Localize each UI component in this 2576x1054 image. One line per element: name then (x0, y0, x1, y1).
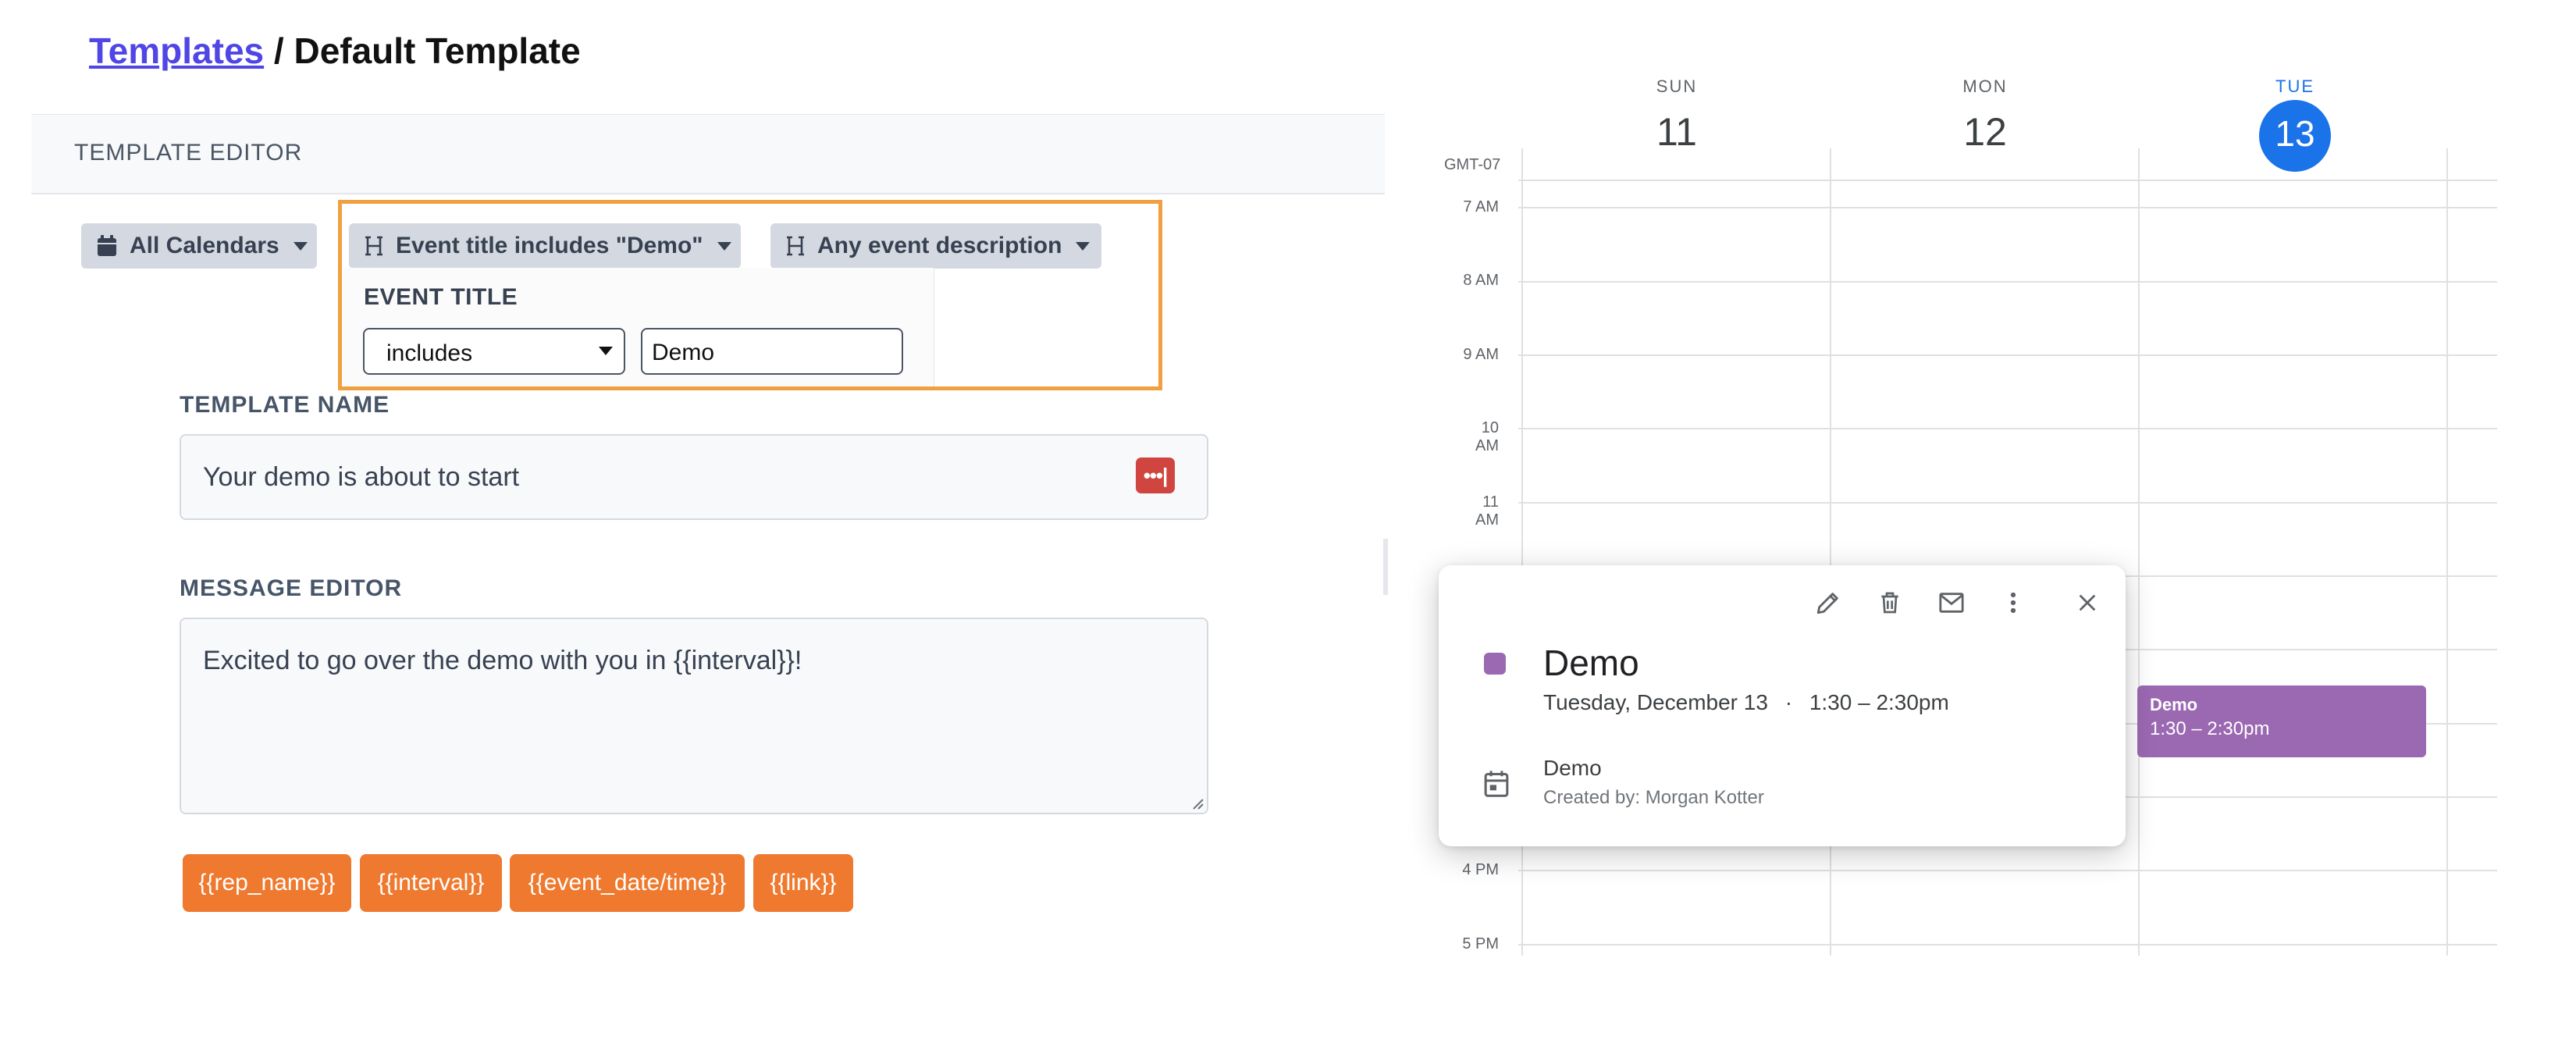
template-editor-title: TEMPLATE EDITOR (74, 140, 303, 166)
panel-divider (1383, 539, 1388, 595)
popup-event-datetime: Tuesday, December 13 · 1:30 – 2:30pm (1543, 690, 1949, 715)
popup-calendar-name: Demo (1543, 756, 1602, 780)
popup-time: 1:30 – 2:30pm (1809, 690, 1949, 714)
hour-label: 4 PM (1462, 861, 1499, 878)
calendar-icon (97, 235, 117, 257)
tag-event-datetime-button[interactable]: {{event_date/time}} (510, 854, 745, 912)
hour-label: 5 PM (1462, 935, 1499, 953)
day-number-tue[interactable]: 13 (2217, 112, 2373, 155)
filter-highlight-box (338, 200, 1162, 390)
page-title: Default Template (294, 30, 581, 71)
calendar-filter-label: All Calendars (130, 233, 279, 258)
chevron-down-icon (293, 241, 308, 251)
calendar-event-demo[interactable]: Demo 1:30 – 2:30pm (2137, 685, 2426, 757)
email-icon[interactable] (1936, 587, 1967, 618)
popup-date: Tuesday, December 13 (1543, 690, 1768, 714)
grid-row-line (1518, 502, 2497, 504)
calendar-event-icon (1483, 770, 1510, 802)
template-editor-header: TEMPLATE EDITOR (31, 114, 1385, 194)
day-number-sun[interactable]: 11 (1599, 109, 1755, 155)
breadcrumb-separator: / (264, 30, 294, 71)
hour-label: 9 AM (1463, 346, 1499, 363)
hour-label: 10 AM (1475, 419, 1499, 454)
popup-separator: · (1784, 690, 1793, 714)
message-editor-label: MESSAGE EDITOR (180, 575, 403, 601)
grid-column-line (2446, 148, 2448, 956)
grid-row-line (1518, 944, 2497, 945)
hour-label: 7 AM (1463, 198, 1499, 215)
popup-event-title: Demo (1543, 643, 1639, 683)
calendar-filter-dropdown[interactable]: All Calendars (81, 223, 317, 269)
grid-row-line (1518, 180, 2497, 181)
popup-created-by: Created by: Morgan Kotter (1543, 787, 1764, 808)
close-icon[interactable] (2072, 587, 2103, 618)
template-name-value: Your demo is about to start (203, 462, 520, 492)
timezone-label: GMT-07 (1444, 156, 1501, 173)
more-options-icon[interactable] (1998, 587, 2029, 618)
day-name-sun: SUN (1656, 77, 1698, 96)
day-name-tue: TUE (2275, 77, 2314, 96)
message-editor-value: Excited to go over the demo with you in … (203, 646, 802, 675)
hour-label: 8 AM (1463, 272, 1499, 289)
template-name-label: TEMPLATE NAME (180, 392, 390, 418)
grid-column-line (2138, 148, 2140, 956)
resize-handle-icon[interactable] (1189, 795, 1204, 810)
grid-row-line (1518, 428, 2497, 429)
hour-label: 11 AM (1475, 493, 1499, 529)
tag-rep-name-button[interactable]: {{rep_name}} (183, 854, 351, 912)
delete-icon[interactable] (1874, 587, 1905, 618)
day-number-mon[interactable]: 12 (1907, 109, 2063, 155)
grid-row-line (1518, 870, 2497, 871)
tag-link-button[interactable]: {{link}} (753, 854, 853, 912)
day-name-mon: MON (1962, 77, 2008, 96)
grid-row-line (1518, 281, 2497, 283)
tag-interval-button[interactable]: {{interval}} (360, 854, 502, 912)
grid-row-line (1518, 354, 2497, 356)
event-title: Demo (2150, 695, 2198, 714)
edit-icon[interactable] (1813, 587, 1844, 618)
breadcrumb: Templates / Default Template (89, 30, 581, 72)
event-color-swatch (1484, 653, 1506, 675)
password-manager-icon[interactable]: •••| (1136, 458, 1175, 493)
breadcrumb-templates-link[interactable]: Templates (89, 30, 264, 71)
grid-row-line (1518, 207, 2497, 208)
event-time: 1:30 – 2:30pm (2150, 718, 2270, 739)
